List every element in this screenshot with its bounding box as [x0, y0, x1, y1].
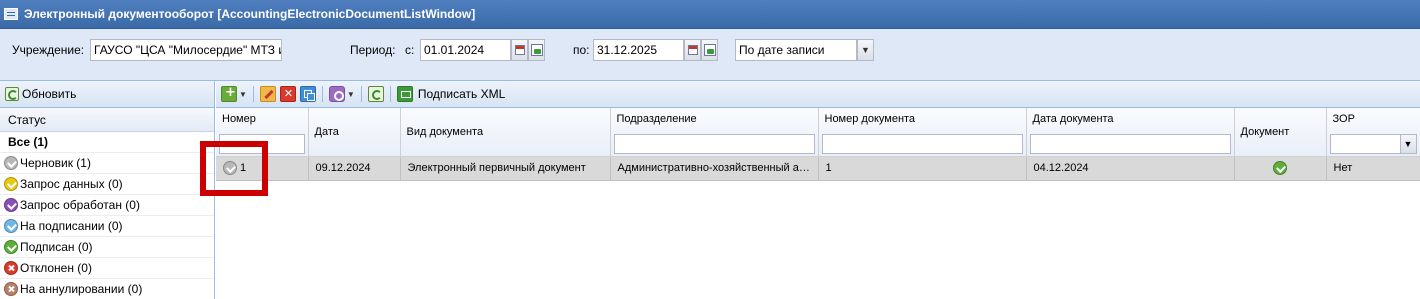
column-header-doc-number[interactable]: Номер документа [818, 108, 1027, 157]
date-mode-dropdown-button[interactable]: ▼ [857, 39, 874, 61]
sign-xml-button[interactable]: Подписать XML [396, 86, 506, 102]
status-item[interactable]: Запрос обработан (0) [0, 195, 214, 216]
actions-icon[interactable] [328, 86, 345, 102]
cell-zor: Нет [1326, 156, 1420, 181]
period-to-label: по: [573, 43, 590, 57]
delete-icon[interactable] [279, 86, 296, 102]
data-request-status-icon [4, 177, 18, 191]
institution-field[interactable]: ГАУСО "ЦСА "Милосердие" МТЗ и [90, 39, 282, 61]
institution-label: Учреждение: [12, 43, 85, 57]
document-toolbar: ▼ ▼ Подписать XML [216, 81, 1420, 108]
clear-date-icon [531, 44, 543, 56]
cell-document [1234, 156, 1327, 181]
document-list-panel: ▼ ▼ Подписать XML Номер Дата Вид докумен… [216, 81, 1420, 299]
status-column-header: Статус [0, 108, 214, 132]
grid-header-row: Номер Дата Вид документа Подразделение Н… [216, 108, 1420, 157]
edit-icon[interactable] [259, 86, 276, 102]
signing-status-icon [4, 219, 18, 233]
status-item[interactable]: На аннулировании (0) [0, 279, 214, 299]
to-calendar-button[interactable] [684, 39, 701, 61]
status-item[interactable]: Подписан (0) [0, 237, 214, 258]
department-filter-input[interactable] [613, 134, 815, 154]
window-title: Электронный документооборот [AccountingE… [24, 7, 476, 21]
column-header-doc-date[interactable]: Дата документа [1026, 108, 1235, 157]
calendar-icon [688, 45, 698, 55]
toolbar-divider [252, 86, 254, 102]
request-processed-status-icon [4, 198, 18, 212]
status-item-label: На подписании (0) [20, 219, 123, 233]
copy-icon[interactable] [299, 86, 316, 102]
status-panel: Обновить Статус Все (1) Черновик (1) Запр… [0, 81, 215, 299]
status-item[interactable]: На подписании (0) [0, 216, 214, 237]
chevron-down-icon: ▼ [861, 45, 870, 55]
chevron-down-icon[interactable]: ▼ [1399, 135, 1416, 153]
doc-number-filter-input[interactable] [821, 134, 1023, 154]
column-header-department[interactable]: Подразделение [610, 108, 819, 157]
period-to-field[interactable]: 31.12.2025 [593, 39, 684, 61]
add-icon[interactable] [221, 85, 237, 102]
refresh-icon[interactable] [367, 86, 384, 102]
column-header-zor[interactable]: ЗОР ▼ [1326, 108, 1420, 157]
date-mode-select[interactable]: По дате записи [735, 39, 857, 61]
signed-status-icon [4, 240, 18, 254]
doc-date-filter-input[interactable] [1029, 134, 1231, 154]
status-item-label: На аннулировании (0) [20, 282, 143, 296]
toolbar-divider [389, 86, 391, 102]
status-item-label: Запрос данных (0) [20, 177, 123, 191]
status-item-label: Запрос обработан (0) [20, 198, 140, 212]
calendar-icon [515, 45, 525, 55]
zor-filter-select[interactable]: ▼ [1329, 134, 1417, 154]
cell-department: Административно-хозяйственный ап... [610, 156, 819, 181]
status-item-all[interactable]: Все (1) [0, 132, 214, 153]
cell-date: 09.12.2024 [308, 156, 401, 181]
cell-doc-date: 04.12.2024 [1026, 156, 1235, 181]
toolbar-divider [321, 86, 323, 102]
status-item-label: Подписан (0) [20, 240, 93, 254]
draft-status-icon [223, 161, 237, 175]
status-item[interactable]: Запрос данных (0) [0, 174, 214, 195]
cancellation-status-icon [4, 282, 18, 296]
number-filter-input[interactable] [219, 134, 305, 154]
status-item[interactable]: Отклонен (0) [0, 258, 214, 279]
document-grid: Номер Дата Вид документа Подразделение Н… [216, 108, 1420, 181]
cell-doc-type: Электронный первичный документ [400, 156, 611, 181]
refresh-label: Обновить [22, 87, 77, 101]
table-row[interactable]: 1 09.12.2024 Электронный первичный докум… [216, 156, 1420, 181]
draft-status-icon [4, 156, 18, 170]
column-header-date[interactable]: Дата [308, 108, 401, 157]
from-clear-button[interactable] [528, 39, 545, 61]
sign-xml-icon [396, 86, 413, 102]
window-title-bar: Электронный документооборот [AccountingE… [0, 0, 1420, 29]
status-list: Черновик (1) Запрос данных (0) Запрос обра… [0, 153, 214, 299]
window-icon [4, 8, 18, 20]
chevron-down-icon[interactable]: ▼ [239, 90, 247, 99]
refresh-icon [5, 87, 19, 101]
status-toolbar: Обновить [0, 81, 214, 108]
period-from-label: с: [405, 43, 415, 57]
column-header-document[interactable]: Документ [1234, 108, 1327, 157]
column-header-doc-type[interactable]: Вид документа [400, 108, 611, 157]
sign-xml-label: Подписать XML [417, 87, 506, 101]
status-item-label: Черновик (1) [20, 156, 91, 170]
period-label: Период: [350, 43, 396, 57]
refresh-button[interactable]: Обновить [5, 87, 76, 101]
period-from-field[interactable]: 01.01.2024 [420, 39, 511, 61]
status-item[interactable]: Черновик (1) [0, 153, 214, 174]
cell-number: 1 [216, 156, 309, 181]
toolbar-divider [360, 86, 362, 102]
cell-doc-number: 1 [818, 156, 1027, 181]
column-header-number[interactable]: Номер [216, 108, 309, 157]
to-clear-button[interactable] [701, 39, 718, 61]
from-calendar-button[interactable] [511, 39, 528, 61]
rejected-status-icon [4, 261, 18, 275]
status-item-label: Отклонен (0) [20, 261, 92, 275]
clear-date-icon [704, 44, 716, 56]
document-ok-icon[interactable] [1273, 161, 1287, 175]
filter-bar: Учреждение: ГАУСО "ЦСА "Милосердие" МТЗ … [0, 29, 1420, 81]
chevron-down-icon[interactable]: ▼ [347, 90, 355, 99]
